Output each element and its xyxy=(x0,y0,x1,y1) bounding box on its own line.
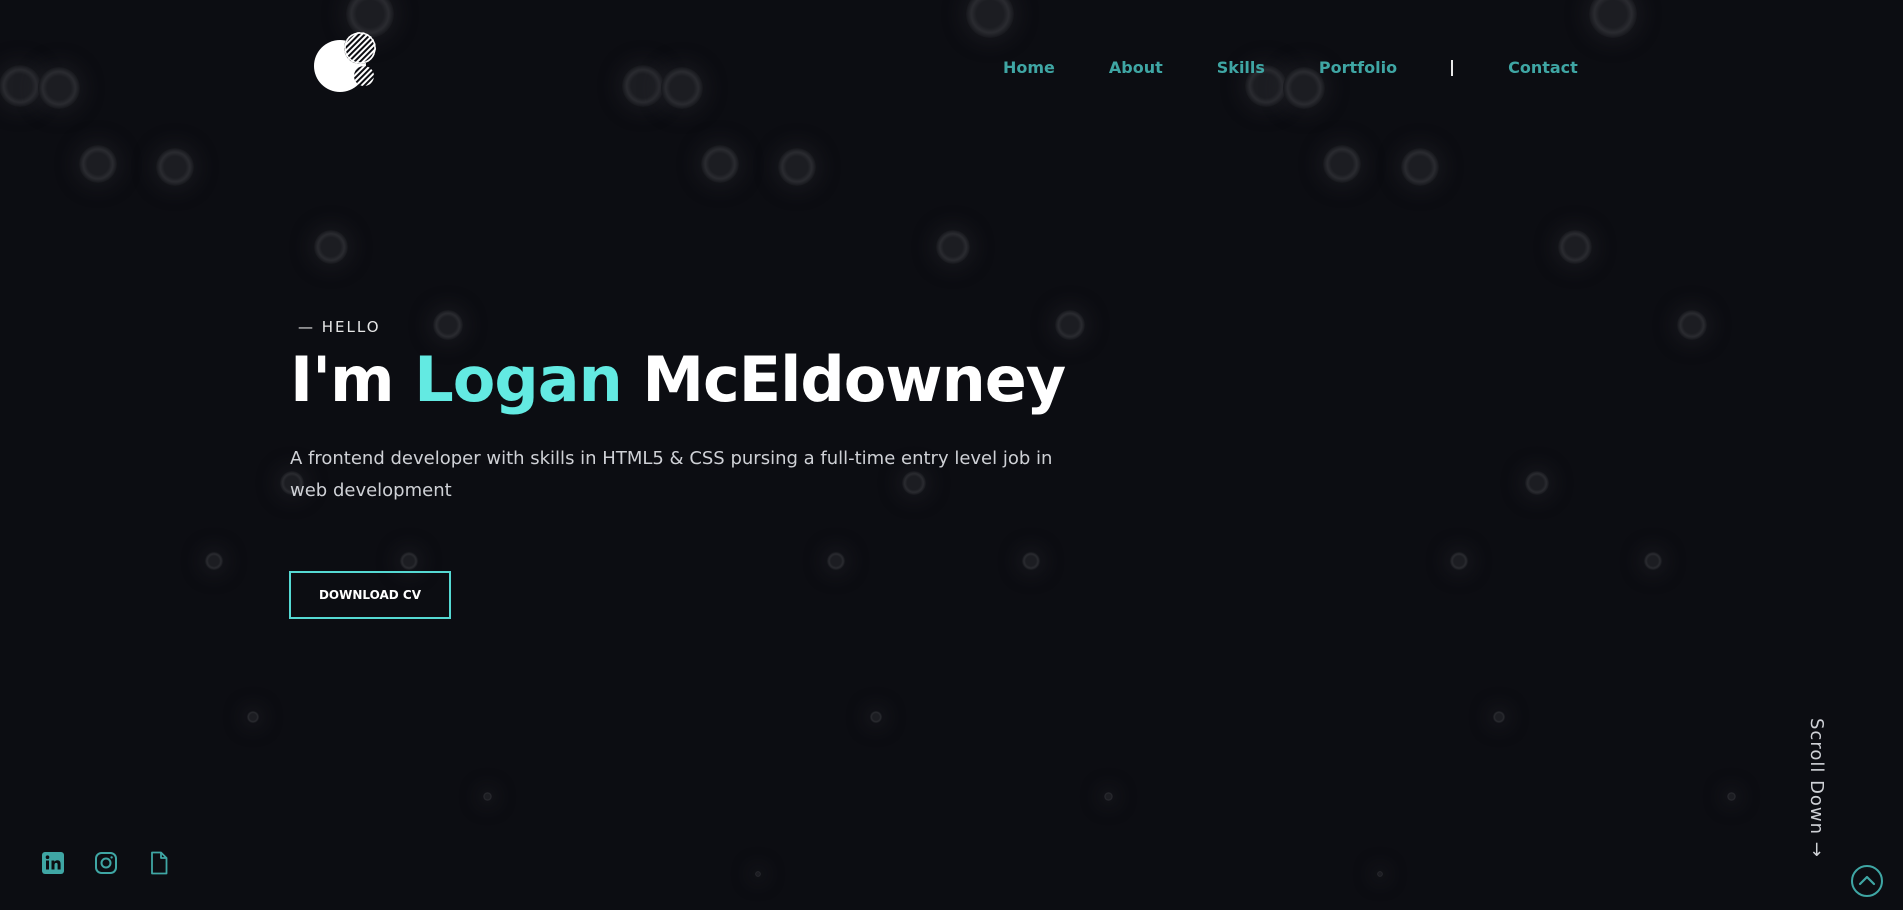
background-bubble xyxy=(661,67,703,109)
background-bubble xyxy=(827,552,845,570)
background-bubble xyxy=(622,65,664,107)
background-bubble xyxy=(247,711,259,723)
background-bubble xyxy=(1450,552,1468,570)
background-bubble xyxy=(1022,552,1040,570)
background-bubble xyxy=(433,310,463,340)
background-bubble xyxy=(156,148,194,186)
site-logo[interactable] xyxy=(314,30,378,94)
download-cv-button[interactable]: DOWNLOAD CV xyxy=(289,571,451,619)
background-bubble xyxy=(38,67,80,109)
background-bubble xyxy=(205,552,223,570)
hero-eyebrow: — HELLO xyxy=(298,318,381,336)
headline-first-name: Logan xyxy=(414,343,622,416)
background-bubble xyxy=(1525,471,1549,495)
resume-link[interactable] xyxy=(146,850,172,876)
page: Home About Skills Portfolio Contact — HE… xyxy=(0,0,1903,910)
nav-skills[interactable]: Skills xyxy=(1217,58,1265,77)
background-bubble xyxy=(482,791,492,801)
chevron-up-circle-icon xyxy=(1851,865,1883,897)
background-bubble xyxy=(1103,791,1113,801)
background-bubble xyxy=(1589,0,1637,38)
background-bubble xyxy=(1377,871,1383,877)
background-bubble xyxy=(1558,230,1592,264)
linkedin-link[interactable] xyxy=(40,850,66,876)
hero-tagline: A frontend developer with skills in HTML… xyxy=(290,448,1053,501)
headline-prefix: I'm xyxy=(290,343,395,416)
background-bubble xyxy=(79,145,117,183)
background-bubble xyxy=(1401,148,1439,186)
nav-about[interactable]: About xyxy=(1109,58,1163,77)
background-bubble xyxy=(1055,310,1085,340)
background-bubble xyxy=(778,148,816,186)
background-bubble xyxy=(314,230,348,264)
background-bubble xyxy=(936,230,970,264)
linkedin-icon xyxy=(42,852,64,874)
background-bubble xyxy=(1726,791,1736,801)
headline-last-name: McEldowney xyxy=(642,343,1066,416)
background-bubble xyxy=(1323,145,1361,183)
background-bubble xyxy=(966,0,1014,38)
background-bubble xyxy=(755,871,761,877)
background-bubble xyxy=(701,145,739,183)
background-bubble xyxy=(1493,711,1505,723)
instagram-icon xyxy=(95,852,117,874)
circles-logo-icon xyxy=(314,32,376,92)
background-bubble xyxy=(1677,310,1707,340)
nav-contact[interactable]: Contact xyxy=(1508,58,1578,77)
scroll-down[interactable]: Scroll Down → xyxy=(1806,718,1830,884)
instagram-link[interactable] xyxy=(93,850,119,876)
background-bubble xyxy=(400,552,418,570)
document-icon xyxy=(151,851,168,875)
background-bubble xyxy=(1644,552,1662,570)
back-to-top-button[interactable] xyxy=(1850,864,1884,898)
nav-divider xyxy=(1451,59,1454,76)
hero-headline: I'm Logan McEldowney xyxy=(290,340,1066,420)
main-nav: Home About Skills Portfolio Contact xyxy=(1003,58,1578,77)
nav-portfolio[interactable]: Portfolio xyxy=(1319,58,1397,77)
nav-home[interactable]: Home xyxy=(1003,58,1055,77)
scroll-down-label: Scroll Down → xyxy=(1806,718,1827,858)
background-bubble xyxy=(870,711,882,723)
background-bubble xyxy=(0,65,41,107)
social-links xyxy=(40,850,199,876)
